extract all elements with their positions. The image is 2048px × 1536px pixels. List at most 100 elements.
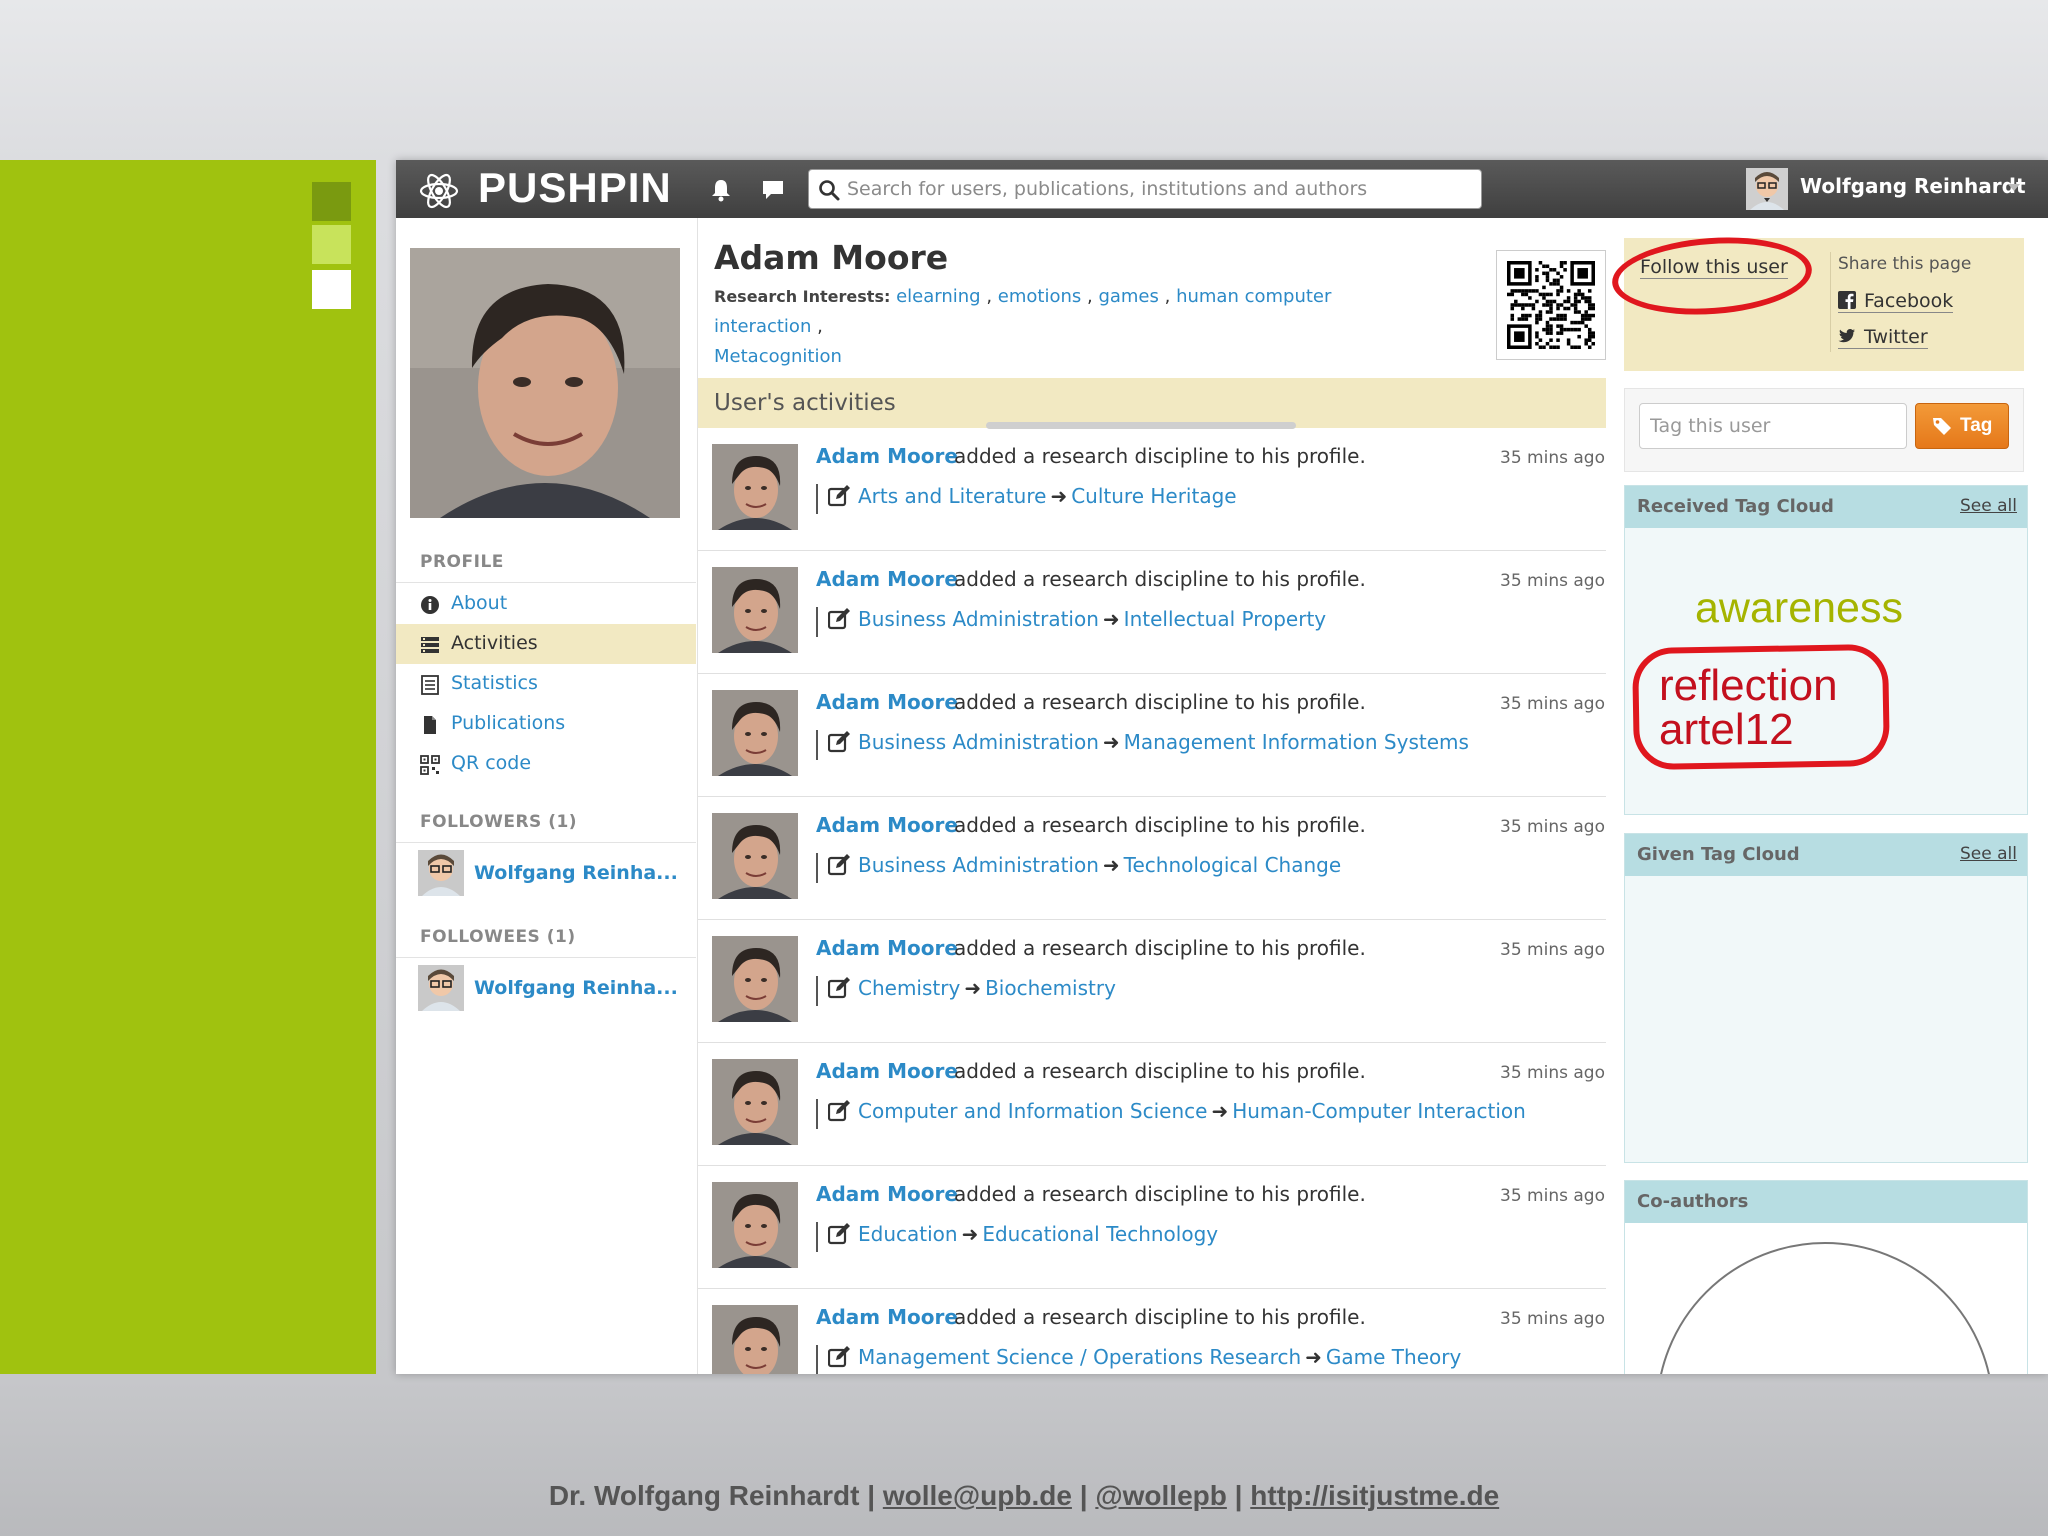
activity-actor-link[interactable]: Adam Moore: [816, 690, 958, 714]
sidebar-item-publications[interactable]: Publications: [396, 704, 696, 744]
notifications-bell-icon[interactable]: [708, 177, 734, 203]
avatar[interactable]: [712, 1059, 798, 1145]
sidebar-item-qr-code[interactable]: QR code: [396, 744, 696, 784]
footer-email-link[interactable]: wolle@upb.de: [883, 1480, 1072, 1511]
subdiscipline-link[interactable]: Educational Technology: [982, 1222, 1218, 1246]
user-menu[interactable]: Wolfgang Reinhardt: [1746, 166, 2046, 212]
share-facebook-link[interactable]: Facebook: [1838, 290, 1954, 313]
coauthors-panel: Co-authors: [1624, 1180, 2028, 1374]
subdiscipline-link[interactable]: Game Theory: [1326, 1345, 1461, 1369]
sidebar-item-label: About: [451, 592, 508, 614]
research-interests: Research Interests: elearning , emotions…: [714, 286, 1332, 367]
footer-website-link[interactable]: http://isitjustme.de: [1250, 1480, 1499, 1511]
avatar[interactable]: [712, 1305, 798, 1374]
search-box: [808, 169, 1482, 209]
discipline-link[interactable]: Education: [858, 1222, 958, 1246]
chevron-down-icon[interactable]: [2008, 184, 2020, 191]
interest-link[interactable]: elearning: [896, 286, 981, 307]
discipline-link[interactable]: Arts and Literature: [858, 484, 1046, 508]
sidebar-item-label: Activities: [451, 632, 538, 654]
discipline-link[interactable]: Management Science / Operations Research: [858, 1345, 1301, 1369]
profile-qr-code[interactable]: [1496, 250, 1606, 360]
subdiscipline-link[interactable]: Technological Change: [1124, 853, 1342, 877]
discipline-path: Computer and Information Science ➜ Human-C…: [858, 1099, 1526, 1123]
tag-cloud-item[interactable]: awareness: [1695, 584, 1903, 633]
avatar[interactable]: [712, 1182, 798, 1268]
brand-logo-text[interactable]: PUSHPIN: [478, 164, 672, 212]
divider: [1830, 252, 1831, 352]
messages-chat-icon[interactable]: [760, 177, 786, 203]
followee-name[interactable]: Wolfgang Reinha...: [474, 977, 678, 999]
discipline-link[interactable]: Business Administration: [858, 607, 1099, 631]
discipline-path: Arts and Literature ➜ Culture Heritage: [858, 484, 1237, 508]
see-all-link[interactable]: See all: [1960, 496, 2017, 516]
divider: [396, 582, 696, 583]
sidebar-item-about[interactable]: About: [396, 584, 696, 624]
arrow-right-icon: ➜: [961, 1222, 979, 1246]
activity-actor-link[interactable]: Adam Moore: [816, 444, 958, 468]
activity-actor-link[interactable]: Adam Moore: [816, 936, 958, 960]
see-all-link[interactable]: See all: [1960, 844, 2017, 864]
discipline-link[interactable]: Business Administration: [858, 853, 1099, 877]
subdiscipline-link[interactable]: Biochemistry: [985, 976, 1116, 1000]
arrow-right-icon: ➜: [1102, 853, 1120, 877]
activity-actor-link[interactable]: Adam Moore: [816, 813, 958, 837]
atom-logo-icon[interactable]: [418, 170, 460, 212]
interest-link[interactable]: games: [1098, 286, 1158, 307]
edit-icon: [828, 977, 850, 999]
avatar[interactable]: [712, 690, 798, 776]
tag-user-input[interactable]: [1639, 403, 1907, 449]
activity-timestamp: 35 mins ago: [1500, 817, 1605, 837]
activity-actor-link[interactable]: Adam Moore: [816, 1305, 958, 1329]
followee-item[interactable]: Wolfgang Reinha...: [418, 965, 698, 1013]
tag-icon: [1933, 418, 1951, 435]
avatar[interactable]: [712, 567, 798, 653]
interest-link[interactable]: emotions: [998, 286, 1081, 307]
discipline-link[interactable]: Business Administration: [858, 730, 1099, 754]
arrow-right-icon: ➜: [964, 976, 982, 1000]
divider: [816, 607, 818, 637]
avatar[interactable]: [712, 936, 798, 1022]
activity-description: added a research discipline to his profi…: [954, 690, 1366, 714]
tag-button[interactable]: Tag: [1915, 403, 2009, 449]
search-icon[interactable]: [817, 178, 841, 202]
tag-button-label: Tag: [1960, 415, 1993, 436]
interest-link[interactable]: Metacognition: [714, 346, 842, 367]
avatar[interactable]: [712, 444, 798, 530]
divider: [816, 484, 818, 514]
avatar[interactable]: [712, 813, 798, 899]
tag-cloud-item[interactable]: artel12: [1659, 708, 1794, 752]
share-twitter-link[interactable]: Twitter: [1838, 326, 1928, 349]
search-input[interactable]: [847, 174, 1467, 204]
discipline-link[interactable]: Chemistry: [858, 976, 960, 1000]
activity-timestamp: 35 mins ago: [1500, 694, 1605, 714]
activities-heading: User's activities: [714, 390, 896, 416]
divider: [816, 976, 818, 1006]
given-tag-cloud-panel: Given Tag Cloud See all: [1624, 833, 2028, 1163]
activity-actor-link[interactable]: Adam Moore: [816, 567, 958, 591]
pushpin-app-window: PUSHPIN Wolfgang Re: [396, 160, 2048, 1374]
activity-actor-link[interactable]: Adam Moore: [816, 1059, 958, 1083]
follower-name[interactable]: Wolfgang Reinha...: [474, 862, 678, 884]
edit-icon: [828, 485, 850, 507]
follower-item[interactable]: Wolfgang Reinha...: [418, 850, 698, 898]
sidebar-item-statistics[interactable]: Statistics: [396, 664, 696, 704]
follow-user-button[interactable]: Follow this user: [1640, 256, 1788, 279]
discipline-link[interactable]: Computer and Information Science: [858, 1099, 1207, 1123]
decor-square-light: [312, 225, 351, 264]
coauthor-network-graph[interactable]: [1655, 1231, 1995, 1374]
subdiscipline-link[interactable]: Culture Heritage: [1071, 484, 1236, 508]
activity-actor-link[interactable]: Adam Moore: [816, 1182, 958, 1206]
current-user-name[interactable]: Wolfgang Reinhardt: [1800, 174, 2026, 198]
footer-twitter-link[interactable]: @wollepb: [1095, 1480, 1227, 1511]
subdiscipline-link[interactable]: Intellectual Property: [1124, 607, 1326, 631]
subdiscipline-link[interactable]: Management Information Systems: [1124, 730, 1469, 754]
subdiscipline-link[interactable]: Human-Computer Interaction: [1232, 1099, 1526, 1123]
top-navigation-bar: PUSHPIN Wolfgang Re: [396, 160, 2048, 218]
sidebar-item-activities[interactable]: Activities: [396, 624, 696, 664]
activity-row: Adam Moore added a research discipline to…: [698, 551, 1606, 674]
discipline-path: Business Administration ➜ Intellectual Pro…: [858, 607, 1326, 631]
divider: [816, 853, 818, 883]
tag-cloud-item[interactable]: reflection: [1659, 664, 1838, 708]
panel-header: Received Tag Cloud See all: [1625, 486, 2027, 528]
